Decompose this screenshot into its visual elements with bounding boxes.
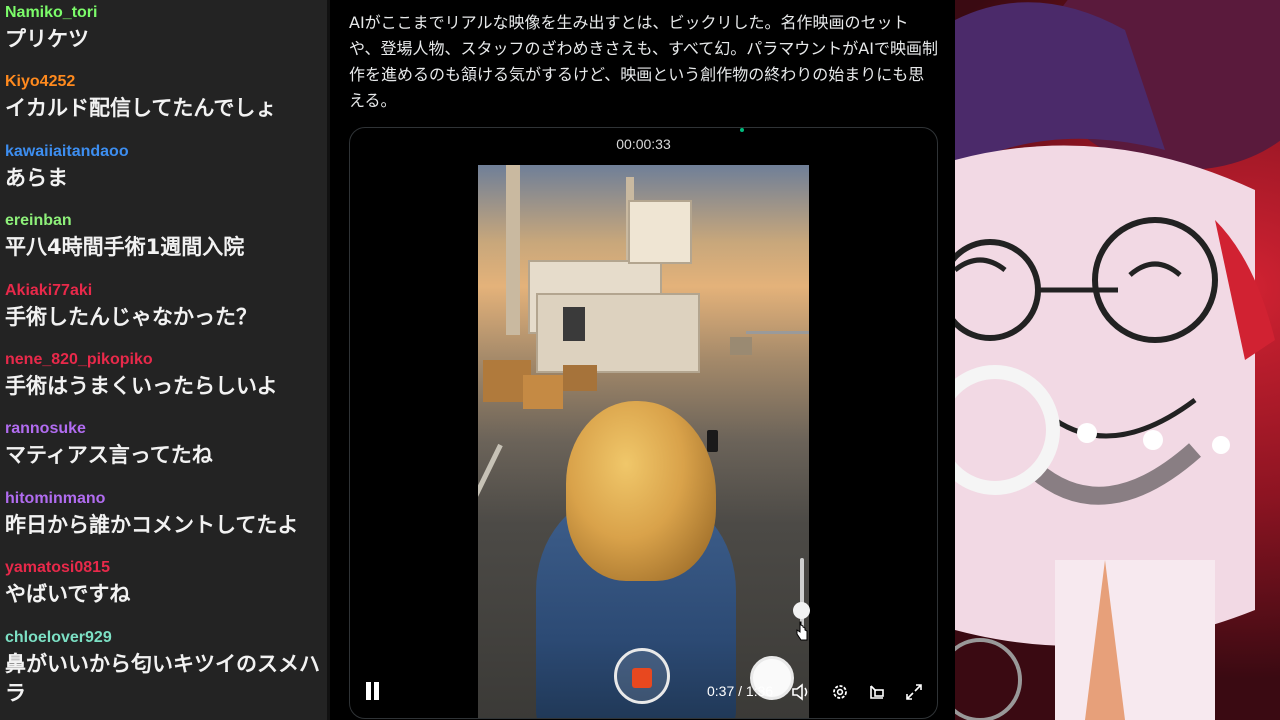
ship-deckhouse	[536, 293, 700, 373]
cargo-crate	[563, 365, 597, 391]
chat-text: 平八4時間手術1週間入院	[5, 235, 245, 260]
chat-username: nene_820_pikopiko	[5, 350, 153, 368]
chat-message: Namiko_tori プリケツ	[0, 0, 327, 69]
avatar-illustration	[955, 0, 1280, 720]
post-panel: AIがここまでリアルな映像を生み出すとは、ビックリした。名作映画のセットや、登場…	[330, 0, 955, 720]
chat-text: 鼻がいいから匂いキツイのスメハラ	[5, 651, 320, 705]
pip-icon[interactable]	[867, 682, 887, 702]
chat-message: nene_820_pikopiko 手術はうまくいったらしいよ	[0, 347, 327, 416]
mouse-cursor-icon	[796, 621, 808, 641]
chat-panel: Namiko_tori プリケツ Kiyo4252 イカルド配信してたんでしょ …	[0, 0, 327, 720]
chat-username: kawaiiaitandaoo	[5, 142, 129, 160]
ship-door	[563, 307, 585, 341]
chat-message: hitominmano 昨日から誰かコメントしてたよ	[0, 486, 327, 555]
chat-username: Kiyo4252	[5, 73, 76, 91]
chat-message: Kiyo4252 イカルド配信してたんでしょ	[0, 69, 327, 138]
chat-username: Akiaki77aki	[5, 281, 93, 299]
chat-text: 昨日から誰かコメントしてたよ	[5, 512, 299, 537]
deck-marking	[478, 443, 503, 581]
streamer-avatar-art	[955, 0, 1280, 720]
pause-button[interactable]	[364, 682, 382, 702]
video-player[interactable]: 00:00:33 0:37 / 1:36	[349, 127, 938, 719]
ship-superstructure	[628, 200, 692, 264]
deck-railing	[746, 331, 809, 334]
chat-message: kawaiiaitandaoo あらま	[0, 139, 327, 208]
chat-message: yamatosi0815 やばいですね	[0, 555, 327, 624]
speaker-icon[interactable]	[791, 683, 811, 701]
pause-icon	[366, 682, 371, 700]
chat-username: rannosuke	[5, 420, 86, 438]
chat-text: 手術はうまくいったらしいよ	[5, 373, 278, 398]
chat-username: hitominmano	[5, 489, 106, 507]
chat-message: chloelover929 鼻がいいから匂いキツイのスメハラ	[0, 625, 327, 705]
chat-text: イカルド配信してたんでしょ	[5, 96, 277, 121]
fullscreen-icon[interactable]	[904, 682, 924, 702]
woman-hair	[566, 401, 716, 581]
ship-mast	[506, 165, 520, 335]
volume-knob[interactable]	[793, 601, 810, 619]
live-dot	[740, 128, 744, 132]
chat-text: 手術したんじゃなかった？	[5, 304, 257, 329]
chat-username: chloelover929	[5, 628, 112, 646]
cargo-crate	[730, 337, 752, 355]
gear-icon[interactable]	[830, 682, 850, 702]
video-frame[interactable]	[478, 165, 809, 718]
chat-text: プリケツ	[5, 27, 89, 51]
cargo-crate	[523, 375, 563, 409]
chat-message: rannosuke マティアス言ってたね	[0, 416, 327, 485]
record-icon	[632, 668, 652, 688]
chat-text: やばいですね	[5, 582, 131, 607]
pause-icon	[374, 682, 379, 700]
chat-message: Akiaki77aki 手術したんじゃなかった？	[0, 278, 327, 347]
phone	[707, 430, 718, 452]
chat-text: マティアス言ってたね	[5, 443, 213, 468]
chat-message: ereinban 平八4時間手術1週間入院	[0, 208, 327, 277]
time-readout: 0:37 / 1:36	[707, 683, 774, 699]
chat-username: yamatosi0815	[5, 559, 110, 577]
chat-username: ereinban	[5, 212, 72, 230]
chat-text: あらま	[5, 165, 68, 190]
post-text: AIがここまでリアルな映像を生み出すとは、ビックリした。名作映画のセットや、登場…	[349, 13, 938, 110]
chat-username: Namiko_tori	[5, 4, 98, 21]
video-timestamp: 00:00:33	[616, 136, 671, 152]
